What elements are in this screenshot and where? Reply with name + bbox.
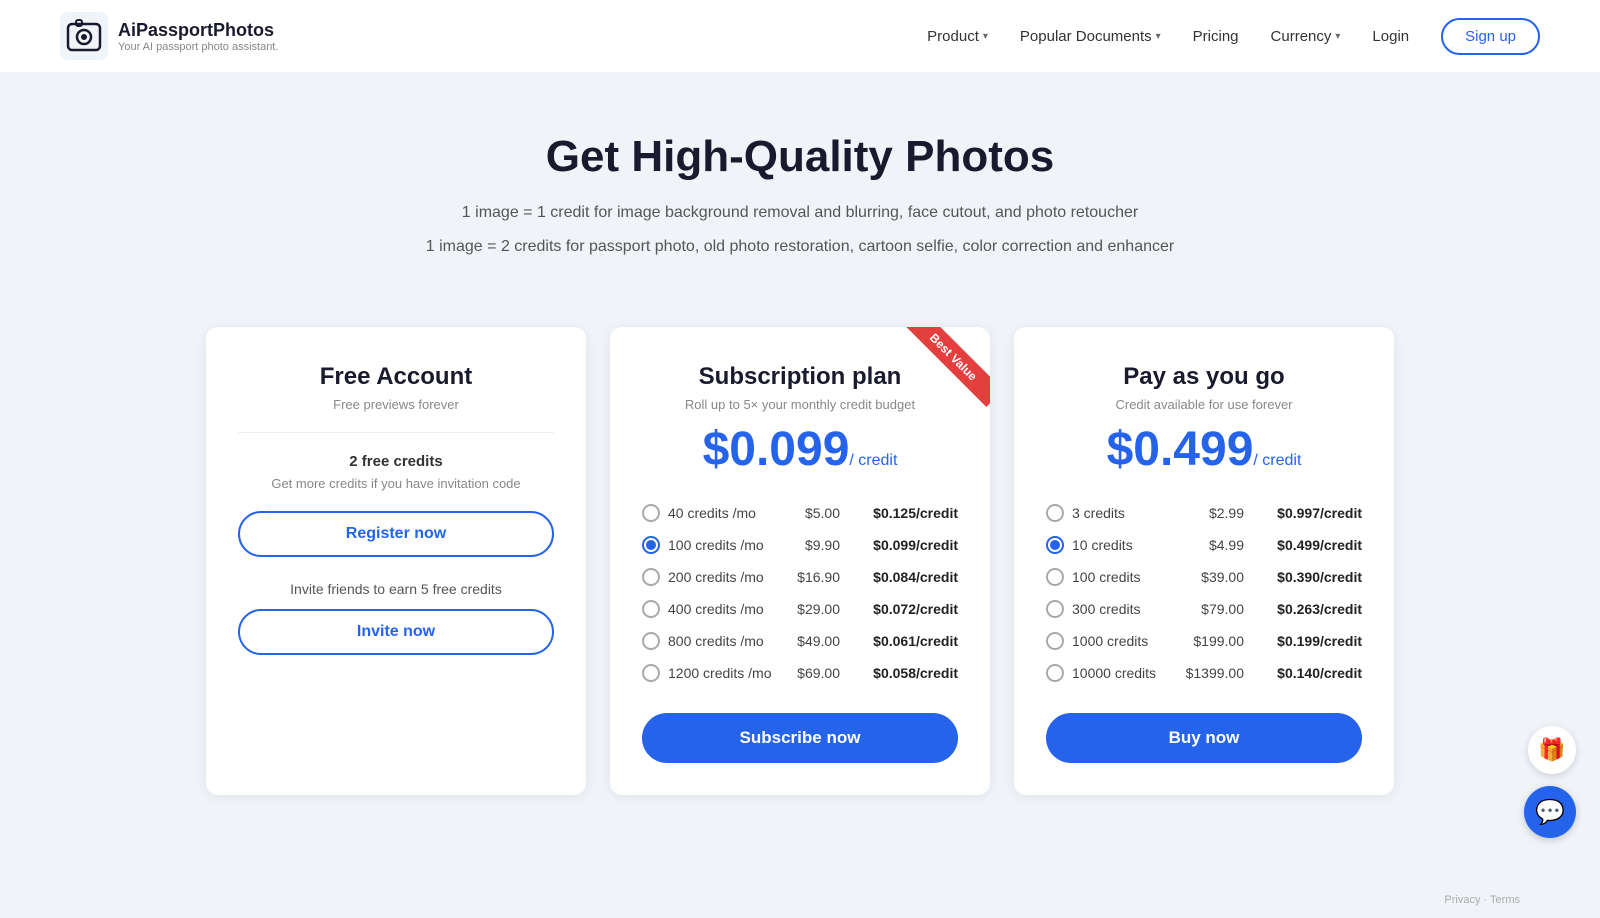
hero-line1: 1 image = 1 credit for image background … <box>20 200 1580 226</box>
invite-button[interactable]: Invite now <box>238 609 554 655</box>
header: AiPassportPhotos Your AI passport photo … <box>0 0 1600 72</box>
payg-options: 3 credits $2.99 $0.997/credit 10 credits… <box>1046 497 1362 689</box>
nav-pricing[interactable]: Pricing <box>1193 28 1239 45</box>
hero-title: Get High-Quality Photos <box>20 132 1580 182</box>
hero-line2: 1 image = 2 credits for passport photo, … <box>20 234 1580 260</box>
subscribe-button[interactable]: Subscribe now <box>642 713 958 763</box>
free-credits-sub: Get more credits if you have invitation … <box>238 476 554 491</box>
payg-price-main: $0.499 <box>1107 423 1254 476</box>
radio-icon <box>1046 600 1064 618</box>
free-card: Free Account Free previews forever 2 fre… <box>206 327 586 795</box>
payg-option-0[interactable]: 3 credits $2.99 $0.997/credit <box>1046 497 1362 529</box>
nav-currency[interactable]: Currency ▾ <box>1271 28 1341 45</box>
logo[interactable]: AiPassportPhotos Your AI passport photo … <box>60 12 278 60</box>
chevron-down-icon: ▾ <box>1335 31 1340 42</box>
radio-icon <box>642 504 660 522</box>
privacy-text: Privacy · Terms <box>1444 894 1520 906</box>
nav-product[interactable]: Product ▾ <box>927 28 988 45</box>
logo-tagline: Your AI passport photo assistant. <box>118 41 278 53</box>
payg-option-4[interactable]: 1000 credits $199.00 $0.199/credit <box>1046 625 1362 657</box>
radio-icon <box>642 664 660 682</box>
logo-text: AiPassportPhotos Your AI passport photo … <box>118 20 278 53</box>
subscription-options: 40 credits /mo $5.00 $0.125/credit 100 c… <box>642 497 958 689</box>
radio-icon <box>1046 504 1064 522</box>
chevron-down-icon: ▾ <box>1156 31 1161 42</box>
payg-card-title: Pay as you go <box>1046 363 1362 391</box>
invite-text: Invite friends to earn 5 free credits <box>238 581 554 597</box>
radio-icon <box>642 536 660 554</box>
subscription-option-2[interactable]: 200 credits /mo $16.90 $0.084/credit <box>642 561 958 593</box>
widget-area: 🎁 💬 <box>1524 726 1576 838</box>
subscription-option-3[interactable]: 400 credits /mo $29.00 $0.072/credit <box>642 593 958 625</box>
payg-option-3[interactable]: 300 credits $79.00 $0.263/credit <box>1046 593 1362 625</box>
radio-icon <box>642 600 660 618</box>
register-button[interactable]: Register now <box>238 511 554 557</box>
hero-section: Get High-Quality Photos 1 image = 1 cred… <box>0 72 1600 307</box>
subscription-price-unit: / credit <box>849 452 897 469</box>
payg-option-2[interactable]: 100 credits $39.00 $0.390/credit <box>1046 561 1362 593</box>
payg-card-subtitle: Credit available for use forever <box>1046 397 1362 412</box>
subscription-price-main: $0.099 <box>703 423 850 476</box>
subscription-option-4[interactable]: 800 credits /mo $49.00 $0.061/credit <box>642 625 958 657</box>
subscription-option-5[interactable]: 1200 credits /mo $69.00 $0.058/credit <box>642 657 958 689</box>
payg-price-unit: / credit <box>1253 452 1301 469</box>
payg-option-1[interactable]: 10 credits $4.99 $0.499/credit <box>1046 529 1362 561</box>
nav: Product ▾ Popular Documents ▾ Pricing Cu… <box>927 18 1540 55</box>
radio-icon <box>1046 536 1064 554</box>
login-link[interactable]: Login <box>1372 28 1409 45</box>
best-value-badge <box>900 327 990 417</box>
signup-button[interactable]: Sign up <box>1441 18 1540 55</box>
payg-card: Pay as you go Credit available for use f… <box>1014 327 1394 795</box>
subscription-option-1[interactable]: 100 credits /mo $9.90 $0.099/credit <box>642 529 958 561</box>
pricing-section: Free Account Free previews forever 2 fre… <box>0 307 1600 855</box>
buy-button[interactable]: Buy now <box>1046 713 1362 763</box>
gift-widget[interactable]: 🎁 <box>1528 726 1576 774</box>
chevron-down-icon: ▾ <box>983 31 988 42</box>
radio-icon <box>1046 632 1064 650</box>
free-credits-label: 2 free credits <box>238 453 554 470</box>
radio-icon <box>1046 664 1064 682</box>
nav-popular-documents[interactable]: Popular Documents ▾ <box>1020 28 1161 45</box>
payg-price-display: $0.499/ credit <box>1046 422 1362 477</box>
radio-icon <box>642 568 660 586</box>
subscription-card: Subscription plan Roll up to 5× your mon… <box>610 327 990 795</box>
free-card-subtitle: Free previews forever <box>238 397 554 412</box>
logo-name: AiPassportPhotos <box>118 20 278 41</box>
free-card-title: Free Account <box>238 363 554 391</box>
chat-widget[interactable]: 💬 <box>1524 786 1576 838</box>
subscription-option-0[interactable]: 40 credits /mo $5.00 $0.125/credit <box>642 497 958 529</box>
payg-option-5[interactable]: 10000 credits $1399.00 $0.140/credit <box>1046 657 1362 689</box>
radio-icon <box>642 632 660 650</box>
radio-icon <box>1046 568 1064 586</box>
logo-icon <box>60 12 108 60</box>
subscription-price-display: $0.099/ credit <box>642 422 958 477</box>
